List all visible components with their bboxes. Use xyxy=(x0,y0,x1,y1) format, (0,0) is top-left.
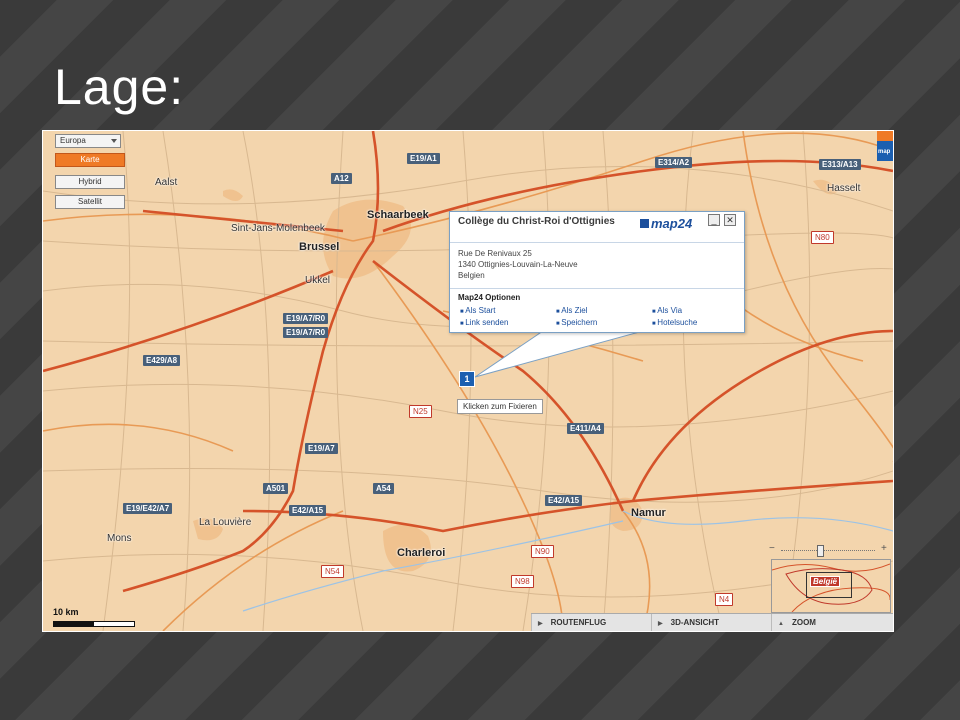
location-info-popup: Collège du Christ-Roi d'Ottignies map24 … xyxy=(449,211,745,333)
address-line: Belgien xyxy=(458,271,485,280)
scale-label: 10 km xyxy=(53,607,79,617)
map-toolbar: ▶ ROUTENFLUG ▶ 3D-ANSICHT ▲ ZOOM xyxy=(531,613,893,631)
map24-corner-logo[interactable]: map xyxy=(877,131,893,161)
divider xyxy=(450,288,744,289)
zoom-track xyxy=(781,550,875,551)
logo-accent xyxy=(877,131,893,141)
play-icon: ▶ xyxy=(538,621,543,627)
zoom-button[interactable]: ▲ ZOOM xyxy=(771,614,893,631)
map24-logo: map24 xyxy=(640,216,692,231)
scale-bar xyxy=(53,621,135,627)
zoom-slider[interactable]: − + xyxy=(769,543,891,557)
popup-title: Collège du Christ-Roi d'Ottignies xyxy=(458,216,615,227)
zoom-in-button[interactable]: + xyxy=(881,543,887,554)
address-line: 1340 Ottignies-Louvain-La-Neuve xyxy=(458,260,578,269)
option-als-via-link[interactable]: Als Via xyxy=(652,306,682,315)
popup-address: Rue De Renivaux 25 1340 Ottignies-Louvai… xyxy=(458,248,578,281)
divider xyxy=(450,242,744,243)
map-view[interactable]: Europa Karte Hybrid Satellit Aalst Schaa… xyxy=(42,130,894,632)
option-link-senden-link[interactable]: Link senden xyxy=(460,318,508,327)
play-icon: ▶ xyxy=(658,621,663,627)
marker-tooltip: Klicken zum Fixieren xyxy=(457,399,543,414)
close-button[interactable]: ✕ xyxy=(724,214,736,226)
options-title: Map24 Optionen xyxy=(458,293,521,302)
option-hotelsuche-link[interactable]: Hotelsuche xyxy=(652,318,697,327)
option-als-start-link[interactable]: Als Start xyxy=(460,306,495,315)
zoom-out-button[interactable]: − xyxy=(769,543,775,554)
minimize-button[interactable]: _ xyxy=(708,214,720,226)
location-marker[interactable]: 1 xyxy=(459,371,475,387)
routenflug-button[interactable]: ▶ ROUTENFLUG xyxy=(531,614,650,631)
zoom-handle[interactable] xyxy=(817,545,824,557)
address-line: Rue De Renivaux 25 xyxy=(458,249,532,258)
3d-ansicht-button[interactable]: ▶ 3D-ANSICHT xyxy=(651,614,770,631)
country-label: België xyxy=(810,576,841,587)
logo-text: map xyxy=(878,149,891,155)
option-als-ziel-link[interactable]: Als Ziel xyxy=(556,306,587,315)
overview-map[interactable]: België xyxy=(771,559,891,613)
triangle-up-icon: ▲ xyxy=(778,621,784,627)
option-speichern-link[interactable]: Speichern xyxy=(556,318,597,327)
slide-title: Lage: xyxy=(54,59,185,115)
